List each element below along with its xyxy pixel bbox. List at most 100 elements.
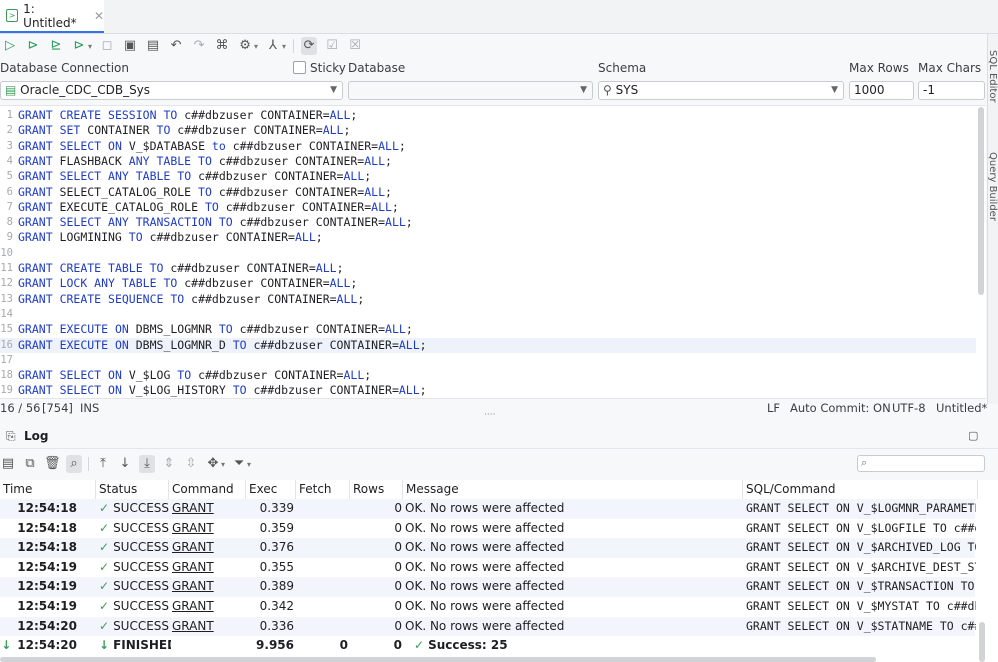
editor-line[interactable]: 15 GRANT EXECUTE ON DBMS_LOGMNR TO c##dbz… (0, 322, 976, 337)
editor-line[interactable]: 1 GRANT CREATE SESSION TO c##dbzuser CONT… (0, 108, 976, 123)
scroll-top-icon[interactable]: ⤒ (95, 455, 111, 473)
show-details-icon[interactable]: ⌕ (66, 455, 82, 473)
trash-icon[interactable]: 🗑 (44, 455, 61, 473)
editor-scrollbar[interactable] (978, 107, 984, 295)
execute-statement-icon[interactable]: ⊳ (25, 37, 41, 55)
tab-untitled[interactable]: > 1: Untitled* ✕ (0, 0, 104, 33)
move-icon[interactable]: ✥ (205, 455, 221, 473)
schema-select[interactable]: ⚲ SYS ▼ (598, 81, 844, 100)
commit-icon[interactable]: ☑ (324, 37, 340, 55)
column-header-fetch[interactable]: Fetch (296, 480, 350, 499)
table-row[interactable]: 12:54:19 ✓ SUCCESS GRANT 0.355 0 OK. No rows w… (0, 558, 976, 578)
expand-icon[interactable]: ⇕ (161, 455, 177, 473)
command-link[interactable]: GRANT (172, 540, 214, 554)
editor-line[interactable]: 5 GRANT SELECT ANY TABLE TO c##dbzuser CO… (0, 169, 976, 184)
editor-line[interactable]: 7 GRANT EXECUTE_CATALOG_ROLE TO c##dbzuse… (0, 200, 976, 215)
connection-select[interactable]: ▤ Oracle_CDC_CDB_Sys ▼ (0, 81, 343, 100)
max-chars-input[interactable]: -1 (918, 81, 985, 100)
log-search-input[interactable]: ⌕ (857, 455, 985, 472)
chevron-down-icon[interactable]: ▾ (282, 42, 286, 51)
close-tab-icon[interactable]: ✕ (94, 9, 104, 23)
sticky-checkbox[interactable] (293, 61, 306, 74)
filter-icon[interactable]: ⏷ (231, 455, 247, 473)
command-link[interactable]: GRANT (172, 579, 214, 593)
collapse-icon[interactable]: ⇳ (183, 455, 199, 473)
insert-mode[interactable]: INS (80, 401, 99, 415)
table-row[interactable]: 12:54:18 ✓ SUCCESS GRANT 0.339 0 OK. No rows w… (0, 499, 976, 519)
chevron-down-icon[interactable]: ▾ (247, 460, 251, 469)
table-row[interactable]: 12:54:20 ✓ SUCCESS GRANT 0.336 0 OK. No rows w… (0, 616, 976, 637)
column-header-exec[interactable]: Exec (246, 480, 296, 499)
column-header-rows[interactable]: Rows (350, 480, 403, 499)
save-as-icon[interactable]: ▤ (145, 37, 161, 55)
undo-icon[interactable]: ↶ (168, 37, 184, 55)
table-row[interactable]: 12:54:18 ✓ SUCCESS GRANT 0.376 0 OK. No rows w… (0, 538, 976, 558)
splitter-handle[interactable]: ···· (484, 410, 495, 420)
editor-line[interactable]: 13 GRANT CREATE SEQUENCE TO c##dbzuser CO… (0, 292, 976, 307)
summary-row[interactable]: ↓ 12:54:20 ↓ FINISHED 9.956 0 0 ✓ Success: 25 (0, 636, 975, 656)
format-icon[interactable]: ⌘ (214, 37, 230, 55)
editor-line[interactable]: 2 GRANT SET CONTAINER TO c##dbzuser CONTA… (0, 123, 976, 138)
editor-line[interactable]: 9 GRANT LOGMINING TO c##dbzuser CONTAINER… (0, 230, 976, 245)
export-log-icon[interactable]: ▤ (0, 455, 16, 473)
stop-icon[interactable]: ◻ (99, 37, 115, 55)
transaction-icon[interactable]: ⅄ (265, 37, 281, 55)
command-cell[interactable]: GRANT (172, 538, 246, 558)
auto-commit-icon[interactable]: ⟳ (301, 37, 318, 55)
editor-line[interactable]: 16 GRANT EXECUTE ON DBMS_LOGMNR_D TO c##d… (0, 337, 976, 353)
sql-editor[interactable]: 1 GRANT CREATE SESSION TO c##dbzuser CONT… (0, 105, 986, 399)
command-link[interactable]: GRANT (172, 599, 214, 613)
chevron-down-icon[interactable]: ▾ (254, 42, 258, 51)
copy-icon[interactable]: ⧉ (22, 455, 38, 473)
auto-commit-status[interactable]: Auto Commit: ON (790, 401, 891, 415)
table-row[interactable]: 12:54:18 ✓ SUCCESS GRANT 0.359 0 OK. No rows w… (0, 519, 976, 539)
command-link[interactable]: GRANT (172, 619, 214, 633)
save-icon[interactable]: ▣ (122, 37, 138, 55)
editor-line[interactable]: 14 (0, 307, 976, 322)
command-link[interactable]: GRANT (172, 501, 214, 515)
column-header-sql-command[interactable]: SQL/Command (743, 480, 978, 499)
editor-line[interactable]: 18 GRANT SELECT ON V_$LOG TO c##dbzuser C… (0, 368, 976, 383)
editor-line[interactable]: 8 GRANT SELECT ANY TRANSACTION TO c##dbzu… (0, 215, 976, 230)
database-select[interactable]: ▼ (348, 81, 593, 100)
editor-line[interactable]: 19 GRANT SELECT ON V_$LOG_HISTORY TO c##d… (0, 383, 976, 398)
gear-icon[interactable]: ⚙ (237, 37, 253, 55)
execute-explain-icon[interactable]: ⊳ (71, 37, 87, 55)
rollback-icon[interactable]: ☒ (347, 37, 363, 55)
chevron-down-icon[interactable]: ▾ (88, 42, 92, 51)
line-ending[interactable]: LF (767, 401, 780, 415)
log-vertical-scrollbar[interactable] (979, 622, 985, 662)
caret-position[interactable]: 16 / 56 (0, 401, 40, 415)
command-cell[interactable]: GRANT (172, 617, 246, 637)
editor-line[interactable]: 6 GRANT SELECT_CATALOG_ROLE TO c##dbzuser… (0, 185, 976, 200)
maximize-icon[interactable]: ▢ (968, 429, 978, 442)
command-cell[interactable]: GRANT (172, 499, 246, 519)
sql-editor-side-tab[interactable]: SQL Editor (987, 50, 998, 103)
editor-line[interactable]: 10 (0, 246, 976, 261)
log-horizontal-scrollbar[interactable] (0, 657, 876, 662)
command-cell[interactable]: GRANT (172, 558, 246, 578)
chevron-down-icon[interactable]: ▾ (221, 460, 225, 469)
max-rows-input[interactable]: 1000 (849, 81, 914, 100)
column-header-time[interactable]: Time (0, 480, 96, 499)
editor-line[interactable]: 4 GRANT FLASHBACK ANY TABLE TO c##dbzuser… (0, 154, 976, 169)
command-cell[interactable]: GRANT (172, 597, 246, 617)
scroll-down-icon[interactable]: ↓ (117, 455, 133, 473)
redo-icon[interactable]: ↷ (191, 37, 207, 55)
command-link[interactable]: GRANT (172, 521, 214, 535)
execute-icon[interactable]: ▷ (2, 37, 18, 55)
table-row[interactable]: 12:54:19 ✓ SUCCESS GRANT 0.389 0 OK. No rows w… (0, 577, 975, 597)
editor-line[interactable]: 17 (0, 353, 976, 368)
table-row[interactable]: 12:54:19 ✓ SUCCESS GRANT 0.342 0 OK. No rows w… (0, 597, 976, 617)
editor-line[interactable]: 3 GRANT SELECT ON V_$DATABASE to c##dbzus… (0, 139, 976, 154)
column-header-message[interactable]: Message (403, 480, 743, 499)
execute-script-icon[interactable]: ⊵ (48, 37, 64, 55)
query-builder-side-tab[interactable]: Query Builder (987, 152, 998, 221)
command-link[interactable]: GRANT (172, 560, 214, 574)
editor-line[interactable]: 11 GRANT CREATE TABLE TO c##dbzuser CONTA… (0, 261, 976, 276)
column-header-command[interactable]: Command (169, 480, 246, 499)
column-header-status[interactable]: Status (96, 480, 169, 499)
command-cell[interactable]: GRANT (172, 519, 246, 539)
command-cell[interactable]: GRANT (172, 577, 246, 597)
encoding[interactable]: UTF-8 (892, 401, 926, 415)
